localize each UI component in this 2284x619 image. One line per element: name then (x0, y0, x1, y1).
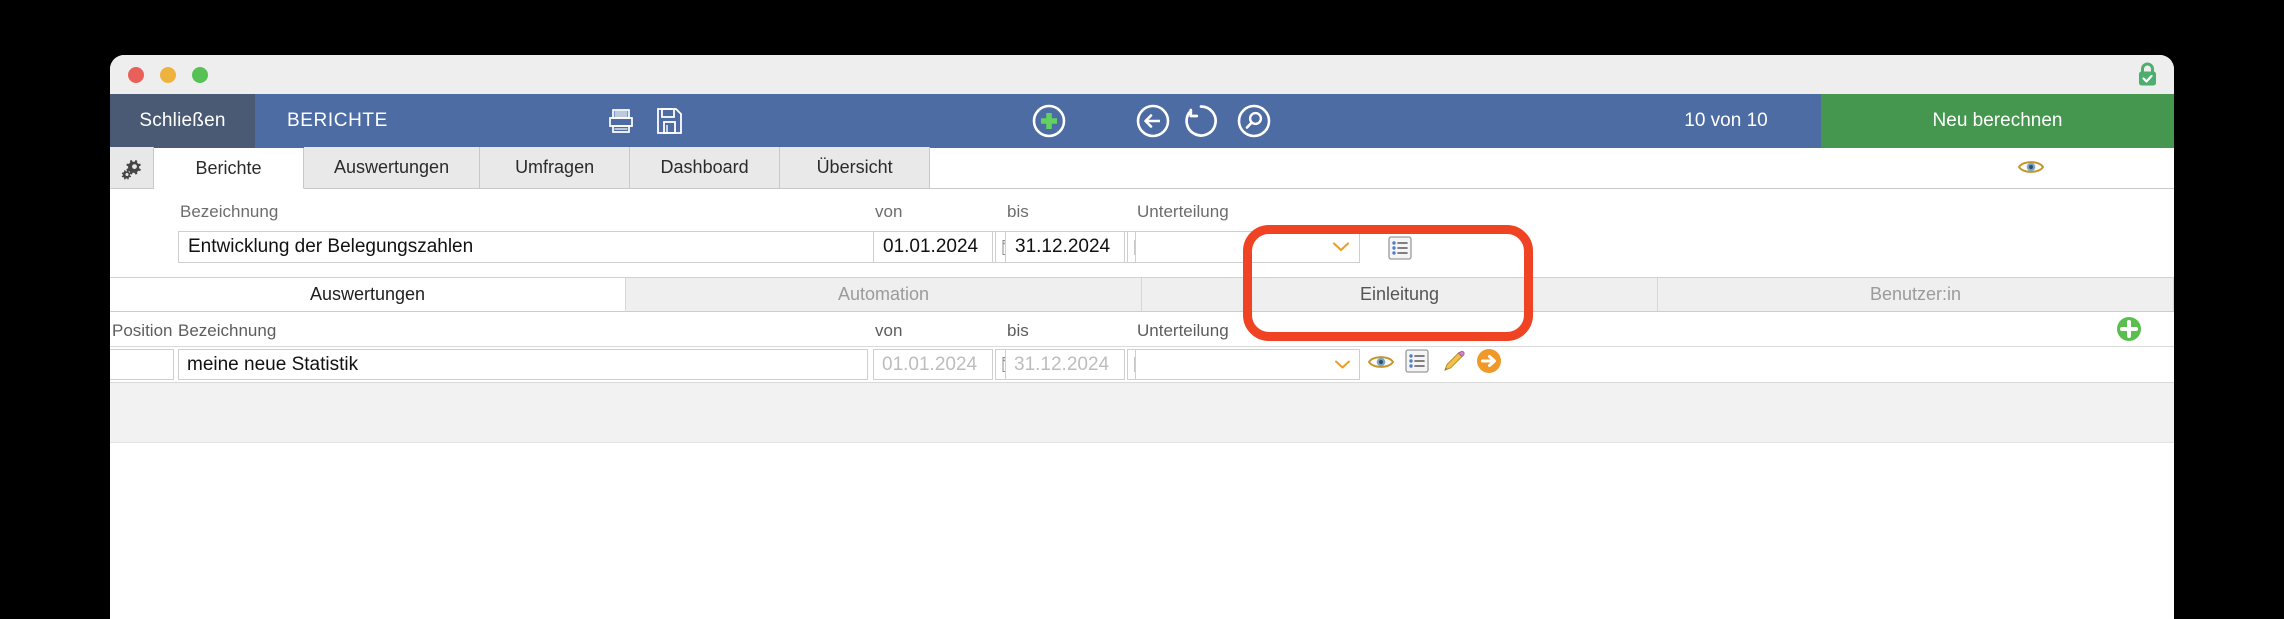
bis-date-field[interactable]: 31.12.2024 (1005, 231, 1125, 263)
primary-tabbar: Berichte Auswertungen Umfragen Dashboard… (110, 147, 2174, 189)
window-footer (110, 443, 2174, 503)
report-form: Bezeichnung Entwicklung der Belegungszah… (110, 189, 2174, 278)
preview-eye-icon[interactable] (2018, 158, 2044, 176)
row-unterteilung-dropdown[interactable] (1135, 349, 1360, 380)
refresh-circle-icon[interactable] (1177, 94, 1225, 148)
tab-auswertungen-sub[interactable]: Auswertungen (110, 278, 626, 311)
chevron-down-icon (1333, 242, 1349, 252)
maximize-window-button[interactable] (192, 67, 208, 83)
record-counter: 10 von 10 (1684, 110, 1768, 131)
empty-area (110, 383, 2174, 443)
row-eye-icon[interactable] (1368, 353, 1394, 371)
row-arrow-right-circle-icon[interactable] (1476, 348, 1502, 374)
col-unterteilung: Unterteilung (1137, 321, 1229, 340)
window-controls (128, 67, 208, 83)
search-circle-icon[interactable] (1230, 94, 1278, 148)
list-icon[interactable] (1388, 236, 1412, 260)
unterteilung-dropdown[interactable] (1135, 231, 1360, 263)
row-bis-field[interactable]: 31.12.2024 (1005, 349, 1125, 380)
label-bis: bis (1007, 202, 1029, 221)
col-von: von (875, 321, 903, 340)
label-unterteilung: Unterteilung (1137, 202, 1229, 221)
tab-umfragen[interactable]: Umfragen (480, 147, 631, 188)
back-circle-icon[interactable] (1129, 94, 1177, 148)
minimize-window-button[interactable] (160, 67, 176, 83)
tab-uebersicht[interactable]: Übersicht (780, 147, 931, 188)
col-bezeichnung: Bezeichnung (178, 321, 277, 340)
tab-einleitung[interactable]: Einleitung (1142, 278, 1658, 311)
add-circle-green-icon[interactable] (2116, 316, 2142, 342)
window-titlebar (110, 55, 2174, 94)
row-list-icon[interactable] (1405, 349, 1429, 373)
row-pencil-icon[interactable] (1443, 350, 1465, 372)
table-row: meine neue Statistik 01.01.2024 31.12.20… (110, 347, 2174, 383)
tab-dashboard[interactable]: Dashboard (630, 147, 781, 188)
label-bezeichnung: Bezeichnung (180, 202, 279, 221)
row-von-field[interactable]: 01.01.2024 (873, 349, 993, 380)
print-icon[interactable] (597, 94, 645, 148)
toolbar-section-title: BERICHTE (287, 110, 388, 131)
recalculate-button[interactable]: Neu berechnen (1821, 94, 2174, 148)
secondary-tabbar: Auswertungen Automation Einleitung Benut… (110, 278, 2174, 312)
tab-berichte[interactable]: Berichte (154, 148, 304, 189)
row-bezeichnung-input[interactable]: meine neue Statistik (178, 349, 868, 380)
close-button[interactable]: Schließen (110, 94, 255, 148)
main-toolbar: Schließen BERICHTE 10 von 10 Neu berechn… (110, 94, 2174, 148)
label-von: von (875, 202, 903, 221)
col-bis: bis (1007, 321, 1029, 340)
row-position-input[interactable] (110, 349, 174, 380)
results-table-header: Position Bezeichnung von bis Unterteilun… (110, 312, 2174, 347)
add-circle-icon[interactable] (1025, 94, 1073, 148)
tab-automation: Automation (626, 278, 1142, 311)
settings-gear-icon[interactable] (110, 147, 154, 188)
von-date-field[interactable]: 01.01.2024 (873, 231, 993, 263)
close-window-button[interactable] (128, 67, 144, 83)
tab-benutzer: Benutzer:in (1658, 278, 2174, 311)
save-floppy-icon[interactable] (645, 94, 693, 148)
lock-secure-icon (2136, 62, 2159, 87)
application-window: Schließen BERICHTE 10 von 10 Neu berechn… (110, 55, 2174, 619)
tab-auswertungen[interactable]: Auswertungen (304, 147, 481, 188)
col-position: Position (112, 321, 173, 340)
chevron-down-icon (1335, 360, 1350, 369)
